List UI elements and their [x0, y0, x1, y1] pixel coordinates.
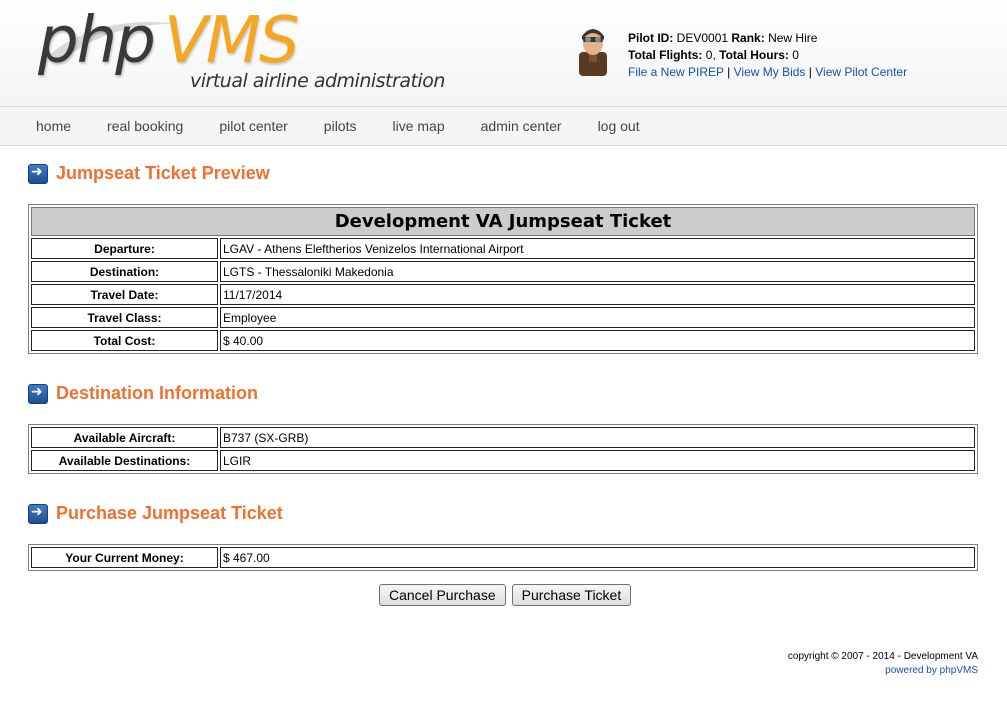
- travel-class-value: Employee: [220, 307, 975, 328]
- link-separator: |: [808, 65, 812, 79]
- rank-value: New Hire: [768, 31, 818, 45]
- destination-value: LGTS - Thessaloniki Makedonia: [220, 261, 975, 282]
- destination-label: Destination:: [31, 261, 218, 282]
- total-hours-value: 0: [792, 48, 799, 62]
- travel-date-label: Travel Date:: [31, 284, 218, 305]
- available-aircraft-value: B737 (SX-GRB): [220, 427, 975, 448]
- pilot-summary: Pilot ID: DEV0001 Rank: New Hire Total F…: [628, 30, 907, 81]
- table-row: Travel Class: Employee: [31, 307, 975, 328]
- table-row: Total Cost: $ 40.00: [31, 330, 975, 351]
- nav-admin-center[interactable]: admin center: [463, 118, 580, 134]
- nav-home[interactable]: home: [18, 118, 89, 134]
- logo-tagline: virtual airline administration: [190, 70, 445, 92]
- powered-by-link[interactable]: powered by phpVMS: [885, 665, 978, 676]
- total-flights-label: Total Flights:: [628, 48, 703, 62]
- view-pilot-center-link[interactable]: View Pilot Center: [815, 65, 907, 79]
- ticket-header: Development VA Jumpseat Ticket: [31, 207, 975, 236]
- pilot-avatar-icon: [579, 29, 607, 76]
- arrow-right-icon: [28, 163, 48, 184]
- preview-title-text: Jumpseat Ticket Preview: [56, 163, 270, 183]
- view-bids-link[interactable]: View My Bids: [734, 65, 806, 79]
- purchase-title-text: Purchase Jumpseat Ticket: [56, 503, 283, 523]
- nav-pilot-center[interactable]: pilot center: [201, 118, 305, 134]
- travel-date-value: 11/17/2014: [220, 284, 975, 305]
- table-row: Your Current Money: $ 467.00: [31, 547, 975, 568]
- current-money-value: $ 467.00: [220, 547, 975, 568]
- rank-label: Rank:: [731, 31, 765, 45]
- available-aircraft-label: Available Aircraft:: [31, 427, 218, 448]
- table-row: Departure: LGAV - Athens Eleftherios Ven…: [31, 238, 975, 259]
- total-hours-label: Total Hours:: [719, 48, 789, 62]
- arrow-right-icon: [28, 383, 48, 404]
- site-footer: copyright © 2007 - 2014 - Development VA…: [788, 650, 978, 678]
- available-destinations-value: LGIR: [220, 450, 975, 471]
- table-row: Destination: LGTS - Thessaloniki Makedon…: [31, 261, 975, 282]
- jumpseat-ticket-table: Development VA Jumpseat Ticket Departure…: [28, 204, 978, 354]
- pilot-id-value: DEV0001: [676, 31, 729, 45]
- site-header: php VMS virtual airline administration P…: [0, 0, 1007, 107]
- departure-value: LGAV - Athens Eleftherios Venizelos Inte…: [220, 238, 975, 259]
- table-row: Travel Date: 11/17/2014: [31, 284, 975, 305]
- table-row: Available Destinations: LGIR: [31, 450, 975, 471]
- main-nav: home real booking pilot center pilots li…: [0, 107, 1007, 146]
- destination-section-title: Destination Information: [28, 383, 258, 404]
- nav-pilots[interactable]: pilots: [306, 118, 375, 134]
- destination-info-table: Available Aircraft: B737 (SX-GRB) Availa…: [28, 424, 978, 474]
- nav-log-out[interactable]: log out: [580, 118, 658, 134]
- purchase-table: Your Current Money: $ 467.00: [28, 544, 978, 571]
- current-money-label: Your Current Money:: [31, 547, 218, 568]
- purchase-section-title: Purchase Jumpseat Ticket: [28, 503, 283, 524]
- nav-live-map[interactable]: live map: [374, 118, 462, 134]
- travel-class-label: Travel Class:: [31, 307, 218, 328]
- phpvms-logo[interactable]: php VMS virtual airline administration: [38, 4, 445, 98]
- logo-vms-text: VMS: [164, 4, 300, 78]
- total-cost-value: $ 40.00: [220, 330, 975, 351]
- table-row: Available Aircraft: B737 (SX-GRB): [31, 427, 975, 448]
- copyright-text: copyright © 2007 - 2014 - Development VA: [787, 651, 978, 662]
- purchase-actions: Cancel Purchase Purchase Ticket: [379, 584, 632, 606]
- nav-real-booking[interactable]: real booking: [89, 118, 201, 134]
- link-separator: |: [727, 65, 731, 79]
- preview-section-title: Jumpseat Ticket Preview: [28, 163, 270, 184]
- destination-title-text: Destination Information: [56, 383, 258, 403]
- departure-label: Departure:: [31, 238, 218, 259]
- cancel-purchase-button[interactable]: Cancel Purchase: [379, 584, 506, 606]
- total-flights-value: 0,: [705, 48, 716, 62]
- purchase-ticket-button[interactable]: Purchase Ticket: [511, 584, 632, 606]
- arrow-right-icon: [28, 503, 48, 524]
- pilot-id-label: Pilot ID:: [628, 31, 674, 45]
- available-destinations-label: Available Destinations:: [31, 450, 218, 471]
- logo-php-text: php: [38, 4, 156, 78]
- file-pirep-link[interactable]: File a New PIREP: [628, 65, 724, 79]
- total-cost-label: Total Cost:: [31, 330, 218, 351]
